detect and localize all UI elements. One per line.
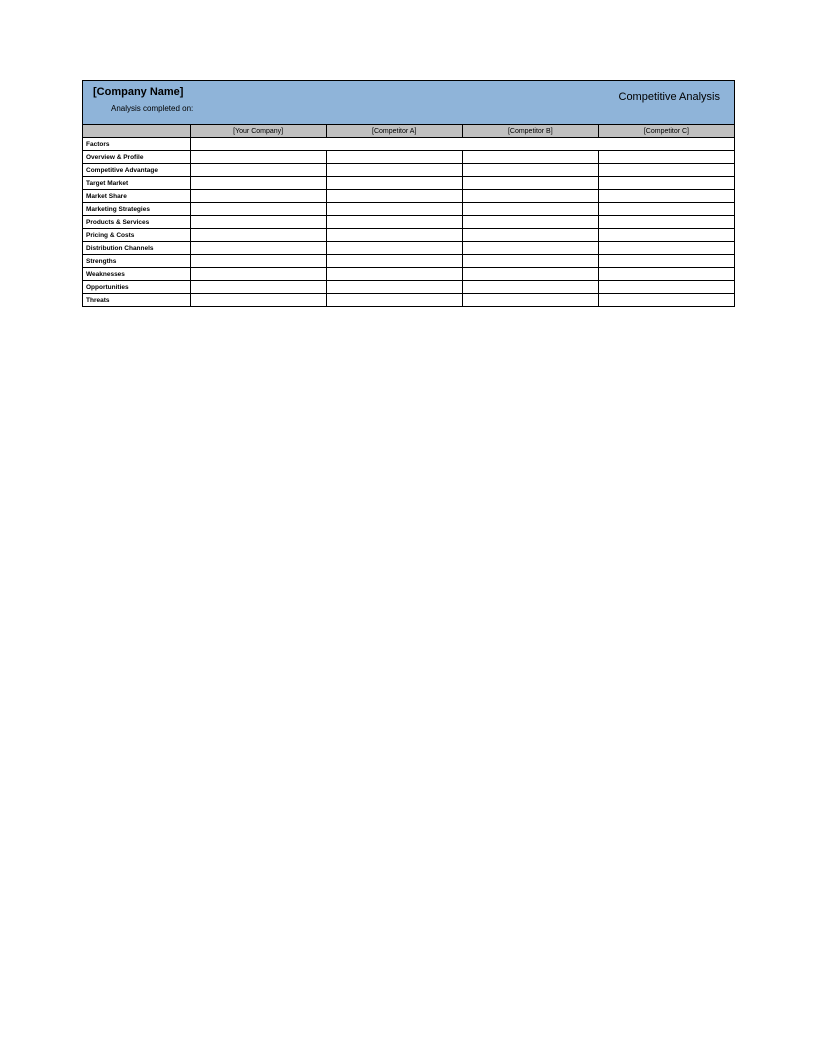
document-container: [Company Name] Analysis completed on: Co… bbox=[82, 80, 735, 307]
data-cell[interactable] bbox=[462, 151, 598, 164]
table-row: Pricing & Costs bbox=[83, 229, 735, 242]
factors-span bbox=[190, 138, 734, 151]
data-cell[interactable] bbox=[326, 268, 462, 281]
table-row: Competitive Advantage bbox=[83, 164, 735, 177]
table-row: Market Share bbox=[83, 190, 735, 203]
data-cell[interactable] bbox=[598, 255, 734, 268]
data-cell[interactable] bbox=[598, 242, 734, 255]
data-cell[interactable] bbox=[462, 229, 598, 242]
data-cell[interactable] bbox=[190, 190, 326, 203]
data-cell[interactable] bbox=[598, 177, 734, 190]
table-body: Factors Overview & ProfileCompetitive Ad… bbox=[83, 138, 735, 307]
row-label: Target Market bbox=[83, 177, 191, 190]
data-cell[interactable] bbox=[462, 281, 598, 294]
data-cell[interactable] bbox=[462, 255, 598, 268]
factors-label: Factors bbox=[83, 138, 191, 151]
data-cell[interactable] bbox=[462, 203, 598, 216]
data-cell[interactable] bbox=[462, 242, 598, 255]
data-cell[interactable] bbox=[326, 190, 462, 203]
row-label: Competitive Advantage bbox=[83, 164, 191, 177]
factors-row: Factors bbox=[83, 138, 735, 151]
data-cell[interactable] bbox=[190, 164, 326, 177]
row-label: Opportunities bbox=[83, 281, 191, 294]
data-cell[interactable] bbox=[190, 229, 326, 242]
row-label: Overview & Profile bbox=[83, 151, 191, 164]
data-cell[interactable] bbox=[326, 203, 462, 216]
data-cell[interactable] bbox=[462, 190, 598, 203]
table-row: Overview & Profile bbox=[83, 151, 735, 164]
row-label: Pricing & Costs bbox=[83, 229, 191, 242]
data-cell[interactable] bbox=[598, 203, 734, 216]
analysis-date-label: Analysis completed on: bbox=[111, 104, 724, 113]
data-cell[interactable] bbox=[326, 242, 462, 255]
data-cell[interactable] bbox=[598, 281, 734, 294]
table-row: Threats bbox=[83, 294, 735, 307]
row-label-header bbox=[83, 125, 191, 138]
row-label: Strengths bbox=[83, 255, 191, 268]
data-cell[interactable] bbox=[326, 281, 462, 294]
header-banner: [Company Name] Analysis completed on: Co… bbox=[82, 80, 735, 124]
data-cell[interactable] bbox=[326, 229, 462, 242]
table-row: Distribution Channels bbox=[83, 242, 735, 255]
table-row: Opportunities bbox=[83, 281, 735, 294]
data-cell[interactable] bbox=[598, 268, 734, 281]
row-label: Market Share bbox=[83, 190, 191, 203]
row-label: Weaknesses bbox=[83, 268, 191, 281]
data-cell[interactable] bbox=[190, 203, 326, 216]
row-label: Distribution Channels bbox=[83, 242, 191, 255]
row-label: Threats bbox=[83, 294, 191, 307]
data-cell[interactable] bbox=[598, 294, 734, 307]
row-label: Marketing Strategies bbox=[83, 203, 191, 216]
data-cell[interactable] bbox=[326, 294, 462, 307]
col-header-competitor-b: [Competitor B] bbox=[462, 125, 598, 138]
data-cell[interactable] bbox=[190, 268, 326, 281]
data-cell[interactable] bbox=[326, 164, 462, 177]
data-cell[interactable] bbox=[598, 216, 734, 229]
data-cell[interactable] bbox=[462, 216, 598, 229]
document-title: Competitive Analysis bbox=[619, 91, 721, 103]
data-cell[interactable] bbox=[190, 216, 326, 229]
data-cell[interactable] bbox=[462, 177, 598, 190]
table-row: Marketing Strategies bbox=[83, 203, 735, 216]
table-row: Strengths bbox=[83, 255, 735, 268]
data-cell[interactable] bbox=[598, 190, 734, 203]
table-header-row: [Your Company] [Competitor A] [Competito… bbox=[83, 125, 735, 138]
data-cell[interactable] bbox=[190, 151, 326, 164]
data-cell[interactable] bbox=[326, 216, 462, 229]
col-header-your-company: [Your Company] bbox=[190, 125, 326, 138]
data-cell[interactable] bbox=[326, 177, 462, 190]
data-cell[interactable] bbox=[326, 255, 462, 268]
row-label: Products & Services bbox=[83, 216, 191, 229]
table-row: Target Market bbox=[83, 177, 735, 190]
col-header-competitor-a: [Competitor A] bbox=[326, 125, 462, 138]
data-cell[interactable] bbox=[462, 268, 598, 281]
table-row: Products & Services bbox=[83, 216, 735, 229]
analysis-table: [Your Company] [Competitor A] [Competito… bbox=[82, 124, 735, 307]
data-cell[interactable] bbox=[598, 151, 734, 164]
data-cell[interactable] bbox=[190, 294, 326, 307]
data-cell[interactable] bbox=[326, 151, 462, 164]
data-cell[interactable] bbox=[190, 255, 326, 268]
data-cell[interactable] bbox=[598, 229, 734, 242]
data-cell[interactable] bbox=[190, 281, 326, 294]
data-cell[interactable] bbox=[190, 177, 326, 190]
table-row: Weaknesses bbox=[83, 268, 735, 281]
data-cell[interactable] bbox=[462, 294, 598, 307]
data-cell[interactable] bbox=[598, 164, 734, 177]
data-cell[interactable] bbox=[462, 164, 598, 177]
data-cell[interactable] bbox=[190, 242, 326, 255]
col-header-competitor-c: [Competitor C] bbox=[598, 125, 734, 138]
